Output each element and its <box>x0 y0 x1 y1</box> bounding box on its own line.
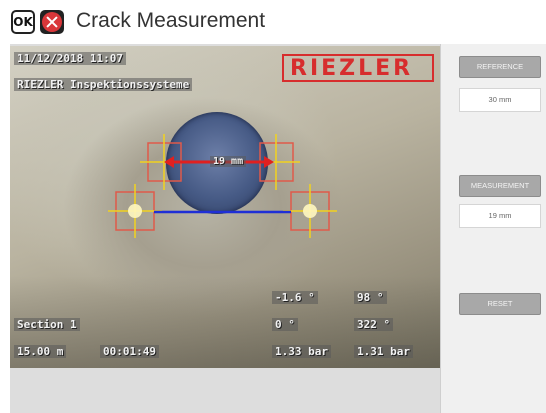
osd-pressure-1: 1.33 bar <box>272 345 331 358</box>
measurement-value: 19 mm <box>459 204 541 228</box>
riezler-logo: RIEZLER <box>282 54 434 82</box>
measurement-button[interactable]: MEASUREMENT <box>459 175 541 197</box>
osd-angle-2: 0 ° <box>272 318 298 331</box>
page-title: Crack Measurement <box>76 9 266 32</box>
osd-pressure-2: 1.31 bar <box>354 345 413 358</box>
osd-elapsed: 00:01:49 <box>100 345 159 358</box>
close-icon <box>42 12 62 32</box>
close-button[interactable] <box>40 10 64 34</box>
camera-view[interactable]: 11/12/2018 11:07 RIEZLER Inspektionssyst… <box>10 46 440 368</box>
reference-button[interactable]: REFERENCE <box>459 56 541 78</box>
osd-value-1: 98 ° <box>354 291 387 304</box>
osd-angle-1: -1.6 ° <box>272 291 318 304</box>
sidebar: REFERENCE 30 mm MEASUREMENT 19 mm RESET <box>440 44 546 413</box>
reference-value: 30 mm <box>459 88 541 112</box>
osd-section: Section 1 <box>14 318 80 331</box>
logo-text: RIEZLER <box>290 56 414 81</box>
reference-marker-left[interactable] <box>108 184 162 238</box>
title-bar: OK Crack Measurement <box>0 0 546 44</box>
osd-datetime: 11/12/2018 11:07 <box>14 52 126 65</box>
reference-marker-right[interactable] <box>283 184 337 238</box>
ok-button[interactable]: OK <box>11 10 35 34</box>
reset-button[interactable]: RESET <box>459 293 541 315</box>
osd-distance: 15.00 m <box>14 345 67 358</box>
osd-value-2: 322 ° <box>354 318 394 331</box>
osd-company: RIEZLER Inspektionssysteme <box>14 78 193 91</box>
osd-measure-label: 19 mm <box>210 156 247 167</box>
